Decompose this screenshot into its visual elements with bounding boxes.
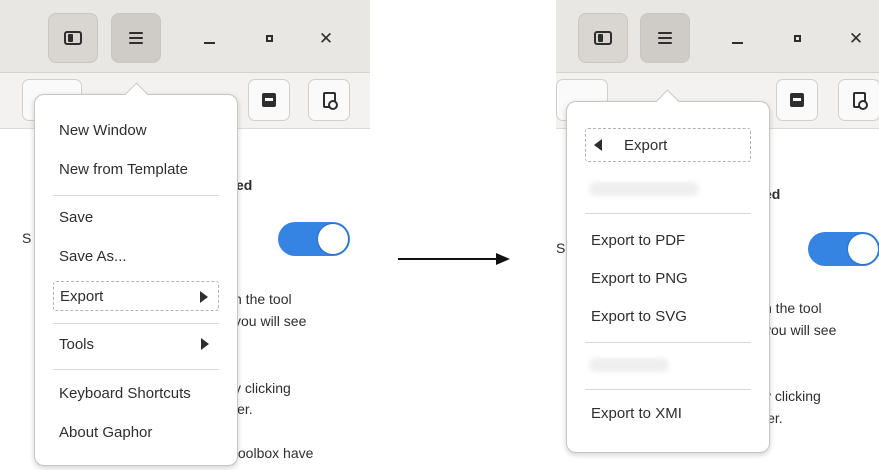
close-button[interactable]: ✕ (313, 25, 339, 51)
menu-item-export-xmi[interactable]: Export to XMI (585, 398, 751, 428)
menu-item-label: Export (60, 287, 104, 305)
menu-item-label: Export to PDF (591, 231, 686, 249)
menu-item-label: Save As... (59, 247, 127, 265)
minimize-button[interactable] (724, 25, 750, 51)
bg-text: S (556, 240, 566, 256)
sidebar-toggle-icon (64, 31, 82, 45)
close-icon: ✕ (848, 28, 864, 48)
menu-item-label: New Window (59, 121, 147, 139)
menu-separator (585, 342, 751, 343)
menu-item-label: Export (624, 136, 668, 154)
maximize-icon (265, 34, 273, 42)
minimize-button[interactable] (196, 25, 222, 51)
menu-item-label: New from Template (59, 160, 188, 178)
close-button[interactable]: ✕ (843, 25, 869, 51)
maximize-icon (793, 34, 801, 42)
chevron-right-icon (200, 291, 208, 303)
chevron-left-icon (594, 139, 602, 151)
chevron-right-icon (201, 338, 209, 350)
main-menu-button[interactable] (640, 13, 690, 63)
bg-text: S (22, 230, 32, 246)
export-submenu-popover: Export Export to PDF Export to PNG Expor… (566, 89, 770, 453)
bg-text: y clicking (764, 388, 821, 404)
menu-separator (585, 389, 751, 390)
toggle-switch[interactable] (278, 222, 350, 256)
menu-item-export-svg[interactable]: Export to SVG (585, 301, 751, 331)
minimize-icon (731, 42, 743, 44)
menu-item-new-from-template[interactable]: New from Template (53, 154, 219, 184)
right-screenshot: ✕ ed S n the tool you will see y clickin… (556, 0, 879, 470)
main-menu-popover: New Window New from Template Save Save A… (34, 82, 238, 466)
menu-item-tools[interactable]: Tools (53, 329, 219, 359)
stop-button[interactable] (776, 79, 818, 121)
stop-icon (262, 93, 276, 107)
toggle-switch[interactable] (808, 232, 879, 266)
redacted-item (589, 358, 669, 372)
bg-text: ed (236, 177, 253, 193)
minimize-icon (203, 42, 215, 44)
document-search-icon (852, 92, 868, 110)
bg-text: you will see (234, 313, 307, 329)
sidebar-toggle-button[interactable] (48, 13, 98, 63)
sidebar-toggle-button[interactable] (578, 13, 628, 63)
menu-separator (53, 369, 219, 370)
menu-item-new-window[interactable]: New Window (53, 115, 219, 145)
menu-item-export-png[interactable]: Export to PNG (585, 263, 751, 293)
arrow-right-icon (398, 252, 510, 266)
bg-text: n the tool (234, 291, 292, 307)
document-search-button[interactable] (308, 79, 350, 121)
menu-separator (53, 195, 219, 196)
bg-text: toolbox have (234, 445, 314, 461)
stop-icon (790, 93, 804, 107)
menu-item-keyboard-shortcuts[interactable]: Keyboard Shortcuts (53, 378, 219, 408)
menu-separator (53, 323, 219, 324)
maximize-button[interactable] (256, 25, 282, 51)
stop-button[interactable] (248, 79, 290, 121)
close-icon: ✕ (318, 28, 334, 48)
hamburger-menu-icon (129, 32, 143, 44)
bg-text: y clicking (234, 380, 291, 396)
menu-item-export-back[interactable]: Export (585, 128, 751, 162)
sidebar-toggle-icon (594, 31, 612, 45)
menu-item-label: Tools (59, 335, 95, 353)
menu-item-label: Save (59, 208, 94, 226)
menu-separator (585, 213, 751, 214)
main-menu-button[interactable] (111, 13, 161, 63)
headerbar: ✕ (556, 0, 879, 73)
left-screenshot: ✕ ed S n the tool you will see y clickin… (0, 0, 370, 470)
maximize-button[interactable] (784, 25, 810, 51)
menu-item-label: Export to XMI (591, 404, 682, 422)
menu-item-save-as[interactable]: Save As... (53, 241, 219, 271)
menu-item-export[interactable]: Export (53, 281, 219, 311)
menu-item-label: Keyboard Shortcuts (59, 384, 191, 402)
document-search-button[interactable] (838, 79, 879, 121)
bg-text: n the tool (764, 300, 822, 316)
menu-item-export-pdf[interactable]: Export to PDF (585, 225, 751, 255)
hamburger-menu-icon (658, 32, 672, 44)
document-search-icon (322, 92, 338, 110)
bg-text: you will see (764, 322, 837, 338)
menu-item-label: Export to SVG (591, 307, 687, 325)
menu-item-label: Export to PNG (591, 269, 688, 287)
menu-item-about[interactable]: About Gaphor (53, 417, 219, 447)
redacted-item (589, 182, 699, 196)
menu-item-save[interactable]: Save (53, 202, 219, 232)
headerbar: ✕ (0, 0, 370, 73)
menu-item-label: About Gaphor (59, 423, 153, 441)
